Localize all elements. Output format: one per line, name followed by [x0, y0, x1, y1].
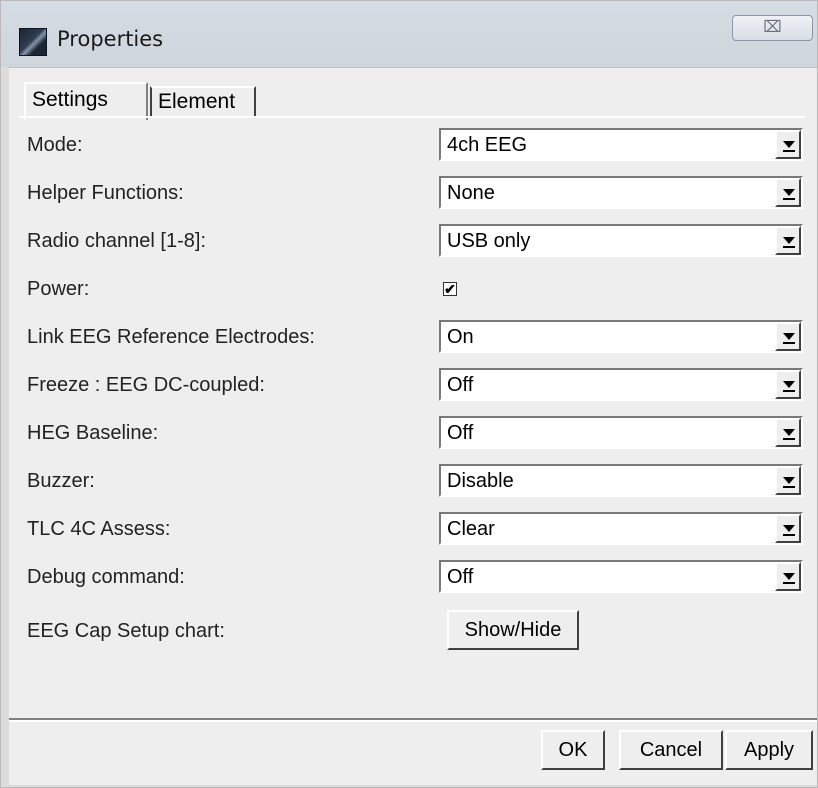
- freeze-label: Freeze : EEG DC-coupled:: [27, 374, 265, 396]
- chevron-down-icon[interactable]: [775, 466, 801, 495]
- heg-baseline-label: HEG Baseline:: [27, 422, 159, 444]
- buzzer-label: Buzzer:: [27, 470, 95, 492]
- mode-value: 4ch EEG: [447, 134, 528, 156]
- freeze-select[interactable]: Off: [439, 368, 803, 401]
- tab-settings[interactable]: Settings: [24, 82, 148, 120]
- footer-divider-highlight: [9, 720, 817, 722]
- link-eeg-label: Link EEG Reference Electrodes:: [27, 326, 315, 348]
- apply-button[interactable]: Apply: [725, 730, 813, 770]
- chevron-down-icon[interactable]: [775, 418, 801, 447]
- debug-command-label: Debug command:: [27, 566, 185, 588]
- mode-select[interactable]: 4ch EEG: [439, 128, 803, 161]
- settings-panel: Mode: 4ch EEG Helper Functions: None Rad…: [19, 116, 805, 708]
- chevron-down-icon[interactable]: [775, 322, 801, 351]
- link-eeg-value: On: [447, 326, 474, 348]
- tlc-assess-select[interactable]: Clear: [439, 512, 803, 545]
- power-label: Power:: [27, 278, 90, 300]
- helper-functions-select[interactable]: None: [439, 176, 803, 209]
- heg-baseline-value: Off: [447, 422, 474, 444]
- close-button[interactable]: ⌧: [732, 15, 813, 41]
- chevron-down-icon[interactable]: [775, 562, 801, 591]
- show-hide-button[interactable]: Show/Hide: [447, 610, 579, 650]
- properties-dialog: Properties ⌧ Settings Element Mode: 4ch …: [0, 0, 818, 788]
- tlc-assess-label: TLC 4C Assess:: [27, 518, 171, 540]
- mode-label: Mode:: [27, 134, 83, 156]
- buzzer-select[interactable]: Disable: [439, 464, 803, 497]
- tlc-assess-value: Clear: [447, 518, 495, 540]
- buzzer-value: Disable: [447, 470, 514, 492]
- heg-baseline-select[interactable]: Off: [439, 416, 803, 449]
- helper-functions-value: None: [447, 182, 495, 204]
- ok-button[interactable]: OK: [541, 730, 605, 770]
- cancel-button[interactable]: Cancel: [619, 730, 723, 770]
- chevron-down-icon[interactable]: [775, 370, 801, 399]
- debug-command-value: Off: [447, 566, 474, 588]
- radio-channel-select[interactable]: USB only: [439, 224, 803, 257]
- dialog-body: Settings Element Mode: 4ch EEG Helper Fu…: [9, 67, 817, 785]
- chevron-down-icon[interactable]: [775, 178, 801, 207]
- radio-channel-value: USB only: [447, 230, 531, 252]
- freeze-value: Off: [447, 374, 474, 396]
- eeg-cap-label: EEG Cap Setup chart:: [27, 620, 225, 642]
- chevron-down-icon[interactable]: [775, 226, 801, 255]
- chevron-down-icon[interactable]: [775, 514, 801, 543]
- radio-channel-label: Radio channel [1-8]:: [27, 230, 207, 252]
- helper-functions-label: Helper Functions:: [27, 182, 184, 204]
- power-checkbox[interactable]: ✔: [443, 282, 457, 296]
- chevron-down-icon[interactable]: [775, 130, 801, 159]
- app-logo-icon: [19, 28, 47, 56]
- tab-element[interactable]: Element: [150, 86, 256, 118]
- debug-command-select[interactable]: Off: [439, 560, 803, 593]
- link-eeg-select[interactable]: On: [439, 320, 803, 353]
- title-bar[interactable]: Properties ⌧: [1, 1, 817, 67]
- window-title: Properties: [57, 27, 164, 51]
